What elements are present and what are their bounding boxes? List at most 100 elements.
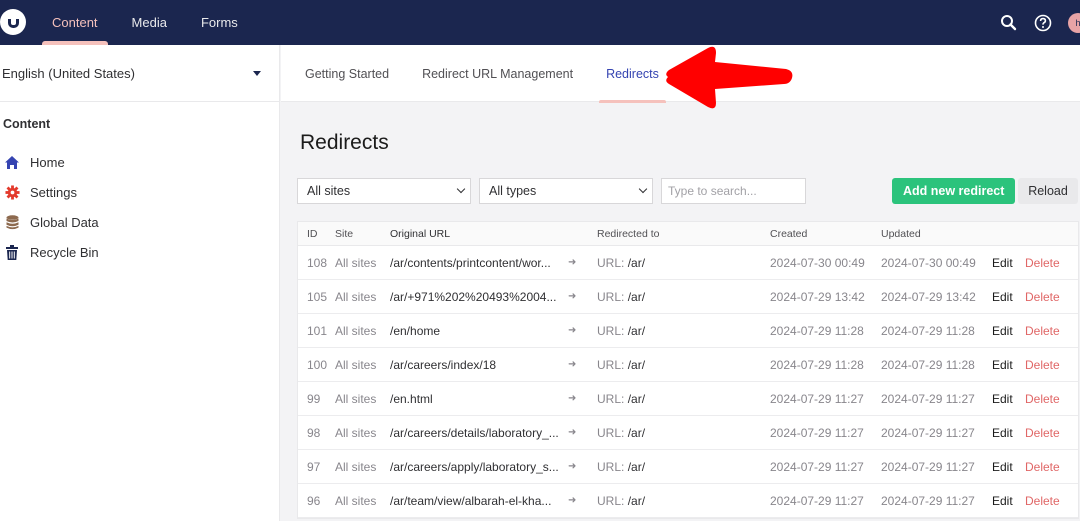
table-row: 97 All sites /ar/careers/apply/laborator… <box>298 450 1078 484</box>
table-header: ID Site Original URL Redirected to Creat… <box>298 222 1078 246</box>
edit-link[interactable]: Edit <box>992 358 1025 372</box>
tab-redirect-url-management[interactable]: Redirect URL Management <box>412 45 583 102</box>
cell-id: 97 <box>307 459 321 474</box>
table-row: 108 All sites /ar/contents/printcontent/… <box>298 246 1078 280</box>
tab-getting-started[interactable]: Getting Started <box>295 45 399 102</box>
target-path: /ar/ <box>627 289 646 304</box>
cell-original-url: /ar/+971%202%20493%2004... <box>390 289 557 304</box>
cell-redirected-to: URL: /ar/ <box>597 358 770 372</box>
tree-item-settings[interactable]: Settings <box>0 177 279 207</box>
target-path: /ar/ <box>627 493 646 508</box>
edit-link[interactable]: Edit <box>992 324 1025 338</box>
col-original-url: Original URL <box>390 227 451 240</box>
edit-link[interactable]: Edit <box>992 460 1025 474</box>
url-prefix: URL: <box>597 255 625 270</box>
search-icon[interactable] <box>998 13 1018 33</box>
trash-icon <box>4 244 20 260</box>
cell-created: 2024-07-30 00:49 <box>770 255 865 270</box>
arrow-right-icon: ➜ <box>568 359 577 370</box>
reload-button[interactable]: Reload <box>1018 178 1078 204</box>
cell-created: 2024-07-29 11:28 <box>770 357 864 372</box>
cell-redirected-to: URL: /ar/ <box>597 256 770 270</box>
tree-item-label: Settings <box>30 184 77 200</box>
cell-site: All sites <box>335 391 377 406</box>
cell-site: All sites <box>335 323 377 338</box>
url-prefix: URL: <box>597 289 625 304</box>
edit-link[interactable]: Edit <box>992 426 1025 440</box>
cell-site: All sites <box>335 255 377 270</box>
tree-item-home[interactable]: Home <box>0 147 279 177</box>
cell-id: 105 <box>307 289 328 304</box>
cell-original-url: /ar/careers/details/laboratory_... <box>390 425 559 440</box>
url-prefix: URL: <box>597 391 625 406</box>
section-forms[interactable]: Forms <box>191 0 248 45</box>
delete-link[interactable]: Delete <box>1025 392 1060 406</box>
cell-original-url: /ar/careers/apply/laboratory_s... <box>390 459 559 474</box>
gear-icon <box>4 184 20 200</box>
help-icon[interactable] <box>1033 13 1053 33</box>
delete-link[interactable]: Delete <box>1025 290 1060 304</box>
cell-site: All sites <box>335 357 377 372</box>
cell-original-url: /ar/careers/index/18 <box>390 357 497 372</box>
cell-updated: 2024-07-29 11:28 <box>881 323 975 338</box>
top-header: Content Media Forms h <box>0 0 1080 45</box>
section-nav: Content Media Forms <box>42 0 262 45</box>
col-redirected-to: Redirected to <box>597 227 660 240</box>
header-tools: h <box>998 0 1080 45</box>
add-new-redirect-button[interactable]: Add new redirect <box>892 178 1016 204</box>
col-site: Site <box>335 227 354 240</box>
cell-redirected-to: URL: /ar/ <box>597 494 770 508</box>
delete-link[interactable]: Delete <box>1025 324 1060 338</box>
delete-link[interactable]: Delete <box>1025 460 1060 474</box>
table-body: 108 All sites /ar/contents/printcontent/… <box>298 246 1078 518</box>
cell-site: All sites <box>335 425 377 440</box>
sidebar: English (United States) Content Home Set… <box>0 45 280 521</box>
arrow-right-icon: ➜ <box>568 291 577 302</box>
delete-link[interactable]: Delete <box>1025 494 1060 508</box>
tab-redirects[interactable]: Redirects <box>596 45 669 103</box>
table-row: 101 All sites /en/home ➜ URL: /ar/ 2024-… <box>298 314 1078 348</box>
delete-link[interactable]: Delete <box>1025 426 1060 440</box>
section-media[interactable]: Media <box>122 0 177 45</box>
arrow-right-icon: ➜ <box>568 393 577 404</box>
target-path: /ar/ <box>627 357 646 372</box>
site-filter-select[interactable]: All sites <box>297 178 471 204</box>
edit-link[interactable]: Edit <box>992 256 1025 270</box>
tree-item-global-data[interactable]: Global Data <box>0 207 279 237</box>
cell-updated: 2024-07-29 13:42 <box>881 289 976 304</box>
arrow-right-icon: ➜ <box>568 461 577 472</box>
url-prefix: URL: <box>597 493 625 508</box>
cell-created: 2024-07-29 11:28 <box>770 323 864 338</box>
cell-created: 2024-07-29 11:27 <box>770 425 864 440</box>
cell-updated: 2024-07-29 11:27 <box>881 493 975 508</box>
chevron-down-icon <box>456 184 466 194</box>
delete-link[interactable]: Delete <box>1025 256 1060 270</box>
user-avatar[interactable]: h <box>1068 12 1080 33</box>
section-content[interactable]: Content <box>42 0 108 45</box>
target-path: /ar/ <box>627 255 646 270</box>
tree-item-recycle-bin[interactable]: Recycle Bin <box>0 237 279 267</box>
edit-link[interactable]: Edit <box>992 494 1025 508</box>
search-input[interactable] <box>661 178 806 204</box>
main-content: Redirects All sites All types Add new re… <box>281 103 1080 521</box>
cell-created: 2024-07-29 11:27 <box>770 391 864 406</box>
table-row: 96 All sites /ar/team/view/albarah-el-kh… <box>298 484 1078 518</box>
cell-original-url: /ar/contents/printcontent/wor... <box>390 255 551 270</box>
cell-updated: 2024-07-29 11:27 <box>881 459 975 474</box>
edit-link[interactable]: Edit <box>992 290 1025 304</box>
culture-label: English (United States) <box>2 65 135 81</box>
type-filter-value: All types <box>489 184 537 198</box>
delete-link[interactable]: Delete <box>1025 358 1060 372</box>
culture-selector[interactable]: English (United States) <box>0 45 279 102</box>
edit-link[interactable]: Edit <box>992 392 1025 406</box>
cell-id: 101 <box>307 323 328 338</box>
umbraco-logo[interactable] <box>0 9 26 35</box>
url-prefix: URL: <box>597 357 625 372</box>
home-icon <box>4 154 20 170</box>
table-row: 99 All sites /en.html ➜ URL: /ar/ 2024-0… <box>298 382 1078 416</box>
page-title: Redirects <box>300 131 389 154</box>
type-filter-select[interactable]: All types <box>479 178 653 204</box>
cell-id: 100 <box>307 357 328 372</box>
arrow-right-icon: ➜ <box>568 325 577 336</box>
target-path: /ar/ <box>627 459 646 474</box>
